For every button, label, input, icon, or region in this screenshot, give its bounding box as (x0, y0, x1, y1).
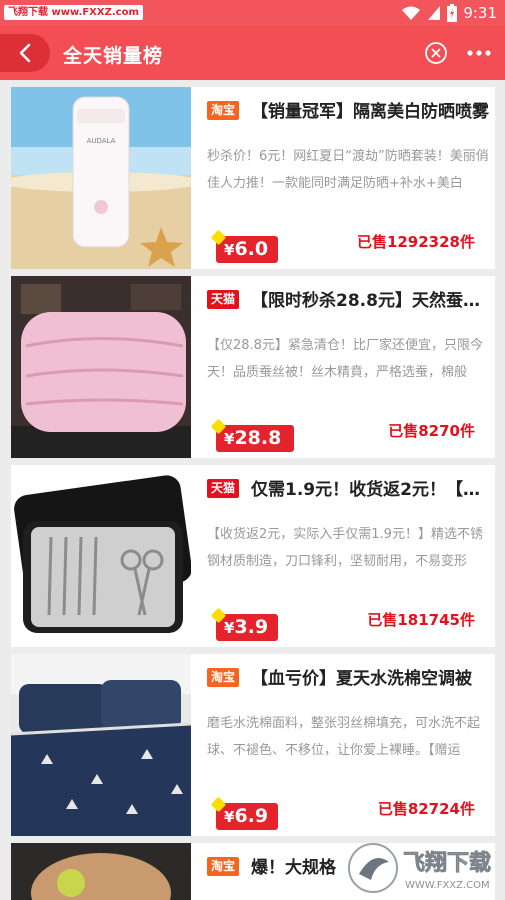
currency-symbol: ¥ (224, 430, 235, 448)
sold-count: 已售181745件 (367, 611, 475, 629)
close-button[interactable] (424, 41, 448, 65)
shop-badge-tmall: 天猫 (207, 479, 240, 498)
status-bar: 飞翔下载 www.FXXZ.com 9:31 (0, 0, 505, 26)
product-title: 仅需1.9元！收货返2元！【指甲刀套装】 (251, 480, 491, 500)
product-card[interactable]: 淘宝 【血亏价】夏天水洗棉空调被 磨毛水洗棉面料，整张羽丝棉填充，可水洗不起球、… (11, 654, 495, 836)
product-title: 【限时秒杀28.8元】天然蚕丝被 (251, 291, 491, 311)
wifi-icon (402, 6, 421, 20)
product-description: 磨毛水洗棉面料，整张羽丝棉填充，可水洗不起球、不褪色、不移位，让你爱上裸睡。【赠… (207, 716, 481, 758)
more-button[interactable] (466, 41, 492, 65)
product-card[interactable]: 天猫 仅需1.9元！收货返2元！【指甲刀套装】 【收货返2元，实际入手仅需1.9… (11, 465, 495, 647)
page-title: 全天销量榜 (63, 45, 164, 67)
shop-badge-tmall: 天猫 (207, 290, 240, 309)
battery-icon (447, 4, 458, 22)
price-tag: ¥28.8 (210, 418, 294, 452)
shop-badge-taobao: 淘宝 (207, 857, 240, 876)
sold-count: 已售82724件 (377, 800, 475, 818)
more-dots-icon (467, 50, 491, 56)
watermark-brand: 飞翔下载 (403, 850, 491, 876)
status-brand-label: 飞翔下载 www.FXXZ.com (4, 5, 143, 20)
product-description: 【仅28.8元】紧急清仓！比厂家还便宜，只限今天！品质蚕丝被！丝木精賁，严格选蚕… (207, 338, 483, 380)
currency-symbol: ¥ (224, 808, 235, 826)
product-image-partial (11, 843, 191, 900)
app-header: 全天销量榜 (0, 26, 505, 80)
price-tag: ¥6.9 (210, 796, 278, 830)
product-title: 【销量冠军】隔离美白防晒喷雾 (251, 102, 489, 122)
product-card[interactable]: 天猫 【限时秒杀28.8元】天然蚕丝被 【仅28.8元】紧急清仓！比厂家还便宜，… (11, 276, 495, 458)
svg-text:AUDALA: AUDALA (87, 137, 116, 145)
shop-badge-taobao: 淘宝 (207, 668, 240, 687)
watermark-url: WWW.FXXZ.COM (405, 880, 490, 891)
close-circle-icon (425, 42, 447, 64)
product-description: 【收货返2元，实际入手仅需1.9元！】精选不锈钢材质制造，刀口锋利，坚韧耐用，不… (207, 527, 483, 569)
product-image-manicure-set (11, 465, 191, 647)
product-image-quilt (11, 276, 191, 458)
back-arrow-icon (19, 43, 31, 63)
shop-badge-taobao: 淘宝 (207, 101, 240, 120)
status-icons: 9:31 (401, 3, 497, 23)
sold-count: 已售1292328件 (356, 233, 475, 251)
product-image-sunscreen: AUDALA (11, 87, 191, 269)
price-value: 3.9 (234, 616, 269, 638)
price-value: 28.8 (234, 427, 282, 449)
price-tag: ¥3.9 (210, 607, 278, 641)
price-value: 6.0 (234, 238, 269, 260)
sold-count: 已售8270件 (388, 422, 475, 440)
product-card[interactable]: AUDALA 淘宝 【销量冠军】隔离美白防晒喷雾 秒杀价！6元！网红夏日“渡劫”… (11, 87, 495, 269)
product-title: 【血亏价】夏天水洗棉空调被 (251, 669, 472, 689)
product-description: 秒杀价！6元！网红夏日“渡劫”防晒套装！美丽俏佳人力推！一款能同时满足防晒+补水… (207, 149, 489, 191)
product-image-summer-quilt (11, 654, 191, 836)
currency-symbol: ¥ (224, 241, 235, 259)
status-time: 9:31 (463, 4, 497, 22)
back-button[interactable] (0, 34, 50, 72)
currency-symbol: ¥ (224, 619, 235, 637)
signal-icon (428, 6, 441, 20)
price-value: 6.9 (234, 805, 269, 827)
watermark-logo: 飞翔下载 WWW.FXXZ.COM (345, 840, 505, 896)
price-tag: ¥6.0 (210, 229, 278, 263)
